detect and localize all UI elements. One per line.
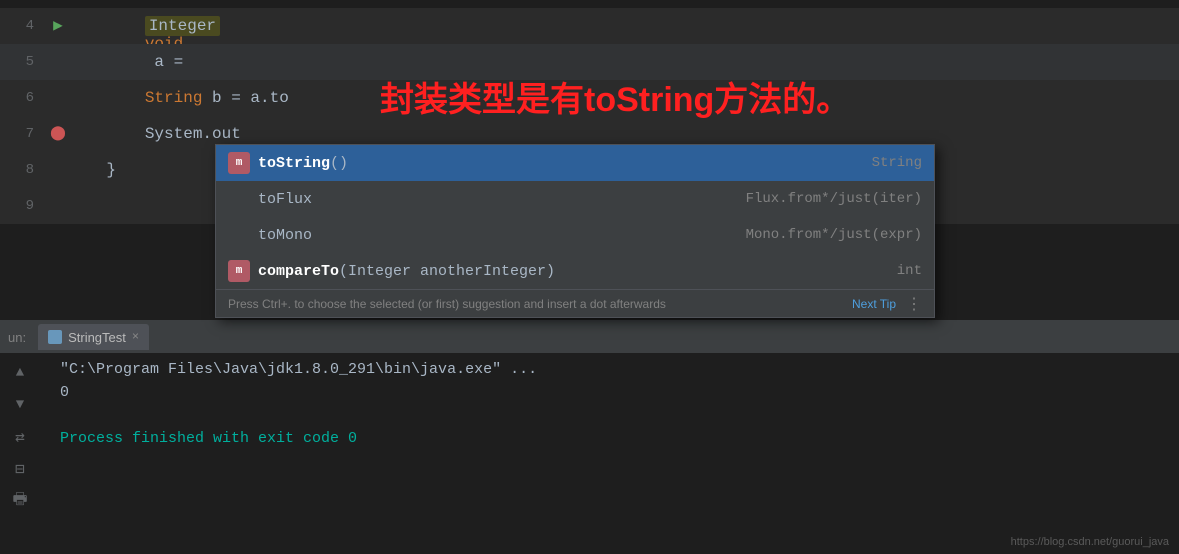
ac-name-tostring: toString() (258, 155, 860, 172)
footer-more-icon[interactable]: ⋮ (906, 294, 922, 314)
scroll-up-button[interactable]: ▲ (8, 361, 32, 385)
run-triangle-icon[interactable]: ▶ (53, 8, 63, 44)
run-tab-bar: un: StringTest × (0, 321, 1179, 353)
footer-hint-text: Press Ctrl+. to choose the selected (or … (228, 297, 852, 311)
ac-name-compareto: compareTo(Integer anotherInteger) (258, 263, 885, 280)
ac-return-tostring: String (872, 155, 922, 171)
print-button[interactable]: 🖶 (8, 489, 32, 513)
ac-name-toflux: toFlux (258, 191, 734, 208)
autocomplete-item-toflux[interactable]: m toFlux Flux.from*/just(iter) (216, 181, 934, 217)
clear-output-button[interactable]: ⊟ (8, 457, 32, 481)
scroll-down-button[interactable]: ▼ (8, 393, 32, 417)
ac-bold-compareto: compareTo (258, 263, 339, 280)
line-number-8: 8 (0, 152, 50, 188)
gutter-8 (50, 162, 66, 178)
run-gutter-icon[interactable]: ▶ (50, 18, 66, 34)
gutter-breakpoint[interactable]: ⬤ (50, 126, 66, 142)
line-number-9: 9 (0, 188, 50, 224)
gutter-5 (50, 54, 66, 70)
autocomplete-item-compareto[interactable]: m compareTo(Integer anotherInteger) int (216, 253, 934, 289)
run-side-controls: ▲ ▼ ⇄ ⊟ 🖶 (8, 361, 32, 513)
method-icon-compareto: m (228, 260, 250, 282)
editor-area: 4 ▶ private static void test02 (){ 5 (0, 0, 1179, 320)
run-panel: un: StringTest × ▲ ▼ ⇄ ⊟ 🖶 "C:\Program F… (0, 320, 1179, 554)
breakpoint-dot[interactable]: ⬤ (50, 116, 66, 152)
watermark-text: https://blog.csdn.net/guorui_java (1011, 536, 1169, 548)
line-number-5: 5 (0, 44, 50, 80)
output-line-2: 0 (60, 384, 1179, 401)
ac-name-tomono: toMono (258, 227, 734, 244)
method-icon-tomono: m (228, 224, 250, 246)
line-number-4: 4 (0, 8, 50, 44)
autocomplete-footer: Press Ctrl+. to choose the selected (or … (216, 289, 934, 317)
annotation-overlay: 封装类型是有toString方法的。 (380, 72, 850, 121)
run-output-area: ▲ ▼ ⇄ ⊟ 🖶 "C:\Program Files\Java\jdk1.8.… (0, 353, 1179, 554)
highlight-integer: Integer (145, 16, 220, 36)
output-line-1: "C:\Program Files\Java\jdk1.8.0_291\bin\… (60, 361, 1179, 378)
autocomplete-item-tostring[interactable]: m toString() String (216, 145, 934, 181)
wrap-lines-button[interactable]: ⇄ (8, 425, 32, 449)
run-tab-stringtest[interactable]: StringTest × (38, 324, 149, 350)
run-tab-close-icon[interactable]: × (132, 330, 139, 344)
type-string: String (145, 89, 203, 107)
line-number-7: 7 (0, 116, 50, 152)
line-8-content: } (68, 152, 116, 188)
ac-return-tomono: Mono.from*/just(expr) (746, 227, 922, 243)
gutter-9 (50, 198, 66, 214)
autocomplete-popup: m toString() String m toFlux Flux.from*/… (215, 144, 935, 318)
footer-next-tip-link[interactable]: Next Tip (852, 297, 896, 311)
line-6-content: String b = a.to (68, 80, 289, 116)
output-line-3 (60, 407, 1179, 424)
output-line-4: Process finished with exit code 0 (60, 430, 1179, 447)
line-number-6: 6 (0, 80, 50, 116)
gutter-6 (50, 90, 66, 106)
ac-bold-tostring: toString (258, 155, 330, 172)
autocomplete-item-tomono[interactable]: m toMono Mono.from*/just(expr) (216, 217, 934, 253)
ac-return-compareto: int (897, 263, 922, 279)
method-icon-tostring: m (228, 152, 250, 174)
ac-return-toflux: Flux.from*/just(iter) (746, 191, 922, 207)
run-tab-name: StringTest (68, 330, 126, 345)
file-tab-icon (48, 330, 62, 344)
method-icon-toflux: m (228, 188, 250, 210)
run-label: un: (8, 330, 26, 345)
